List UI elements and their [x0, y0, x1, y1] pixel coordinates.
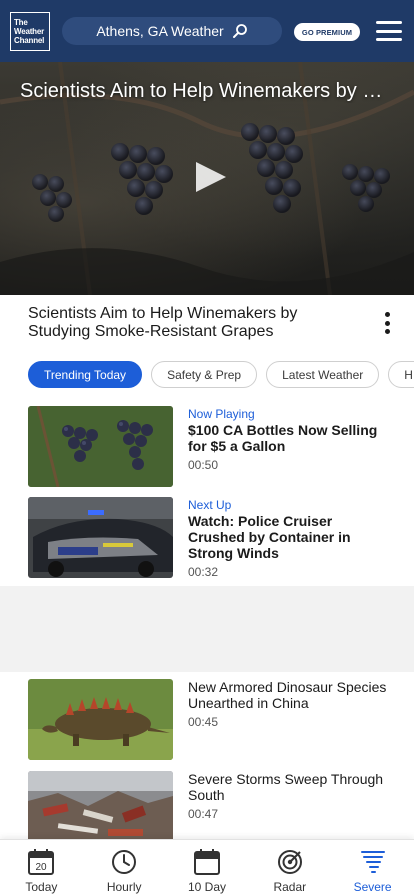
clock-icon	[111, 848, 137, 876]
go-premium-button[interactable]: GO PREMIUM	[294, 23, 360, 41]
video-thumbnail-dinosaur	[28, 679, 173, 760]
logo-line: The	[14, 18, 28, 27]
nav-label: Radar	[273, 880, 307, 894]
tab-more[interactable]: H	[388, 361, 414, 388]
next-up-label: Next Up	[188, 498, 232, 512]
calendar-icon	[193, 848, 221, 876]
playlist-item[interactable]: Next Up Watch: Police Cruiser Crushed by…	[28, 497, 388, 579]
radar-icon	[277, 848, 303, 876]
tab-trending-today[interactable]: Trending Today	[28, 361, 143, 388]
now-playing-label: Now Playing	[188, 407, 255, 421]
nav-severe[interactable]: Severe	[331, 840, 414, 896]
video-info: Scientists Aim to Help Winemakers by Stu…	[0, 295, 414, 353]
logo-line: Weather	[14, 27, 45, 36]
playlist-item-title: Severe Storms Sweep Through South	[188, 771, 384, 803]
tab-latest-weather[interactable]: Latest Weather	[266, 361, 380, 388]
playlist-item-title: Watch: Police Cruiser Crushed by Contain…	[188, 513, 351, 561]
calendar-day-icon: 20	[27, 848, 55, 876]
category-tabs: Trending Today Safety & Prep Latest Weat…	[28, 361, 414, 389]
playlist-item-duration: 00:45	[188, 715, 219, 729]
ad-placeholder	[0, 586, 414, 672]
more-options-icon[interactable]	[382, 312, 392, 334]
nav-label: Severe	[353, 880, 392, 894]
nav-radar[interactable]: Radar	[248, 840, 331, 896]
video-thumbnail-police-car	[28, 497, 173, 578]
nav-10-day[interactable]: 10 Day	[166, 840, 249, 896]
nav-label: Today	[25, 880, 58, 894]
hamburger-menu-icon[interactable]	[376, 21, 402, 41]
playlist-item[interactable]: Now Playing $100 CA Bottles Now Selling …	[28, 406, 388, 487]
nav-label: Hourly	[106, 880, 142, 894]
play-icon[interactable]	[190, 160, 230, 194]
playlist-item-duration: 00:47	[188, 807, 219, 821]
weather-channel-logo[interactable]: The Weather Channel	[10, 12, 50, 51]
nav-label: 10 Day	[187, 880, 226, 894]
tab-safety-prep[interactable]: Safety & Prep	[151, 361, 258, 388]
nav-today[interactable]: 20 Today	[0, 840, 83, 896]
playlist-item-duration: 00:32	[188, 565, 219, 579]
video-title: Scientists Aim to Help Winemakers by Stu…	[28, 305, 298, 340]
playlist-item-title: $100 CA Bottles Now Selling for $5 a Gal…	[188, 422, 378, 454]
location-search-text: Athens, GA Weather	[96, 23, 224, 39]
playlist-item-title: New Armored Dinosaur Species Unearthed i…	[188, 679, 387, 711]
nav-hourly[interactable]: Hourly	[83, 840, 166, 896]
today-date-number: 20	[36, 862, 48, 873]
video-player[interactable]: Scientists Aim to Help Winemakers by Stu…	[0, 62, 414, 295]
playlist-item-duration: 00:50	[188, 458, 219, 472]
playlist-item[interactable]: New Armored Dinosaur Species Unearthed i…	[28, 679, 388, 761]
video-thumbnail-grapes	[28, 406, 173, 487]
logo-line: Channel	[14, 36, 45, 45]
search-icon	[232, 23, 248, 39]
app-header: The Weather Channel Athens, GA Weather G…	[0, 0, 414, 62]
location-search-bar[interactable]: Athens, GA Weather	[62, 17, 282, 45]
tornado-icon	[360, 848, 386, 876]
video-overlay-title: Scientists Aim to Help Winemakers by Stu…	[20, 80, 390, 102]
playlist-item[interactable]: Severe Storms Sweep Through South 00:47	[28, 771, 388, 852]
bottom-navigation: 20 Today Hourly 10 Day Radar Severe	[0, 839, 414, 896]
